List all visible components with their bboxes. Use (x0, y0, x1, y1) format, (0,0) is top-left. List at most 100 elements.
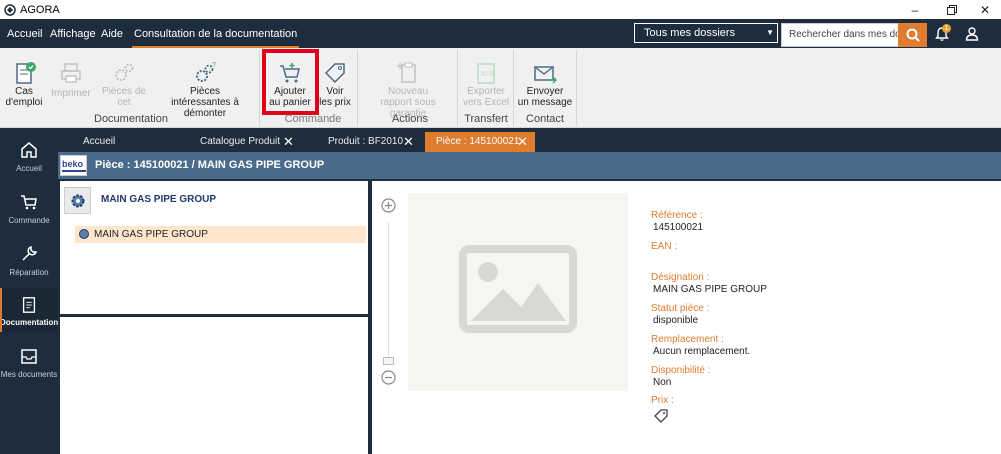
nav-commande-label: Commande (8, 216, 50, 225)
pieces-interessantes-button[interactable]: ? Pièces intéressantes à démonter (154, 60, 256, 119)
wrench-icon (22, 245, 38, 261)
reference-value: 145100021 (653, 222, 704, 233)
close-icon[interactable]: ✕ (283, 132, 294, 152)
group-label-transfert: Transfert (464, 113, 508, 125)
voir-prix-label-2: les prix (319, 97, 351, 108)
tab-catalogue-produit[interactable]: Catalogue Produit ✕ (190, 132, 300, 152)
user-icon[interactable] (964, 26, 980, 42)
nav-accueil[interactable]: Accueil (0, 140, 58, 184)
close-icon[interactable]: ✕ (403, 132, 414, 152)
ribbon-toolbar: Cas d'emploi Imprimer Pièces de cet appa… (0, 48, 1001, 128)
svg-text:?: ? (212, 62, 216, 69)
gear-icon (64, 187, 91, 214)
nav-accueil-label: Accueil (16, 164, 42, 173)
ribbon-separator (259, 50, 260, 126)
document-icon (22, 297, 36, 313)
ribbon-separator (457, 50, 458, 126)
excel-icon: XLS (477, 63, 495, 84)
disponibilite-value: Non (653, 377, 672, 388)
image-placeholder-icon (459, 245, 577, 333)
close-icon[interactable]: ✕ (517, 132, 528, 152)
home-icon (21, 142, 37, 158)
tab-accueil[interactable]: Accueil (70, 132, 180, 152)
page-title: Pièce : 145100021 / MAIN GAS PIPE GROUP (95, 159, 325, 171)
price-tag-icon (324, 63, 345, 84)
search-input[interactable]: Rechercher dans mes dossiers (781, 23, 899, 47)
menu-affichage[interactable]: Affichage (50, 19, 96, 48)
cas-emploi-button[interactable]: Cas d'emploi (4, 60, 44, 108)
dossier-select-value: Tous mes dossiers (644, 27, 736, 39)
pieces-appareil-label-1: Pièces de (102, 86, 146, 97)
nav-commande[interactable]: Commande (0, 192, 58, 236)
highlight-box (262, 49, 319, 115)
group-label-actions: Actions (391, 113, 429, 125)
nouveau-rapport-button[interactable]: Nouveau rapport sous garantie (362, 60, 454, 119)
voir-prix-button[interactable]: Voir les prix (316, 60, 354, 108)
prix-label: Prix : (651, 395, 674, 406)
tree-item[interactable]: MAIN GAS PIPE GROUP (75, 226, 366, 243)
cart-icon (21, 195, 37, 210)
zoom-slider-handle[interactable] (383, 357, 394, 365)
remplacement-label: Remplacement : (651, 334, 724, 345)
menu-accueil[interactable]: Accueil (7, 19, 42, 48)
nav-reparation[interactable]: Réparation (0, 244, 58, 288)
zoom-out-icon[interactable] (381, 370, 396, 385)
part-image (408, 193, 628, 391)
brand-logo: beko (60, 155, 87, 176)
cas-emploi-label-2: d'emploi (5, 97, 43, 108)
tab-produit-label: Produit : BF2010 (328, 136, 404, 147)
nav-documentation[interactable]: Documentation (0, 288, 58, 332)
nav-mes-documents-label: Mes documents (0, 370, 58, 379)
gear-group-icon (71, 194, 84, 207)
exporter-excel-label-1: Exporter (467, 86, 505, 97)
exporter-excel-label-2: vers Excel (462, 97, 510, 108)
title-bar: AGORA (0, 0, 1001, 19)
zoom-in-icon[interactable] (381, 198, 396, 213)
envoyer-message-button[interactable]: Envoyer un message (517, 60, 573, 108)
printer-icon (61, 63, 81, 83)
imprimer-button[interactable]: Imprimer (50, 60, 92, 99)
group-name: MAIN GAS PIPE GROUP (101, 194, 217, 205)
cas-emploi-label-1: Cas (15, 86, 33, 97)
designation-label: Désignation : (651, 272, 710, 283)
price-tag-icon[interactable] (653, 408, 669, 424)
ribbon-separator (576, 50, 577, 126)
group-label-commande: Commande (284, 113, 342, 125)
pieces-appareil-label-2: cet appareil (117, 97, 131, 108)
svg-text:XLS: XLS (481, 71, 495, 78)
pieces-appareil-button[interactable]: Pièces de cet appareil (99, 60, 149, 108)
close-window-button[interactable]: ✕ (970, 0, 1000, 19)
remplacement-value: Aucun remplacement. (653, 346, 751, 357)
tab-produit-bf2010[interactable]: Produit : BF2010 ✕ (318, 132, 423, 152)
menu-consultation-documentation[interactable]: Consultation de la documentation (132, 19, 300, 48)
chevron-down-icon: ▼ (766, 28, 774, 37)
search-button[interactable] (898, 23, 927, 47)
ean-label: EAN : (651, 241, 678, 252)
designation-value: MAIN GAS PIPE GROUP (653, 284, 767, 295)
group-label-contact: Contact (526, 113, 564, 125)
exporter-excel-button[interactable]: XLS Exporter vers Excel (462, 60, 510, 108)
search-icon (906, 28, 920, 42)
dossier-select[interactable]: Tous mes dossiers ▼ (634, 23, 778, 43)
envoyer-message-label-1: Envoyer (526, 86, 564, 97)
restore-button[interactable] (937, 0, 967, 19)
app-logo-icon (4, 3, 16, 16)
tab-piece-label: Pièce : 145100021 (436, 136, 520, 147)
document-check-icon (16, 62, 36, 84)
zoom-slider-track[interactable] (388, 222, 389, 362)
ribbon-separator (357, 50, 358, 126)
imprimer-label: Imprimer (51, 88, 91, 99)
tab-accueil-label: Accueil (83, 136, 116, 147)
menu-aide[interactable]: Aide (101, 19, 123, 48)
minimize-button[interactable]: – (900, 0, 930, 19)
secondary-panel (60, 317, 368, 454)
restore-icon (947, 4, 957, 15)
mail-send-icon (534, 66, 557, 84)
gears-question-icon: ? (196, 62, 216, 82)
nav-mes-documents[interactable]: Mes documents (0, 346, 58, 390)
notification-badge: 1 (942, 24, 951, 33)
tab-piece-145100021[interactable]: Pièce : 145100021 ✕ (425, 132, 535, 152)
ribbon-separator (513, 50, 514, 126)
reference-label: Référence : (651, 210, 703, 221)
nav-documentation-label: Documentation (0, 318, 59, 327)
